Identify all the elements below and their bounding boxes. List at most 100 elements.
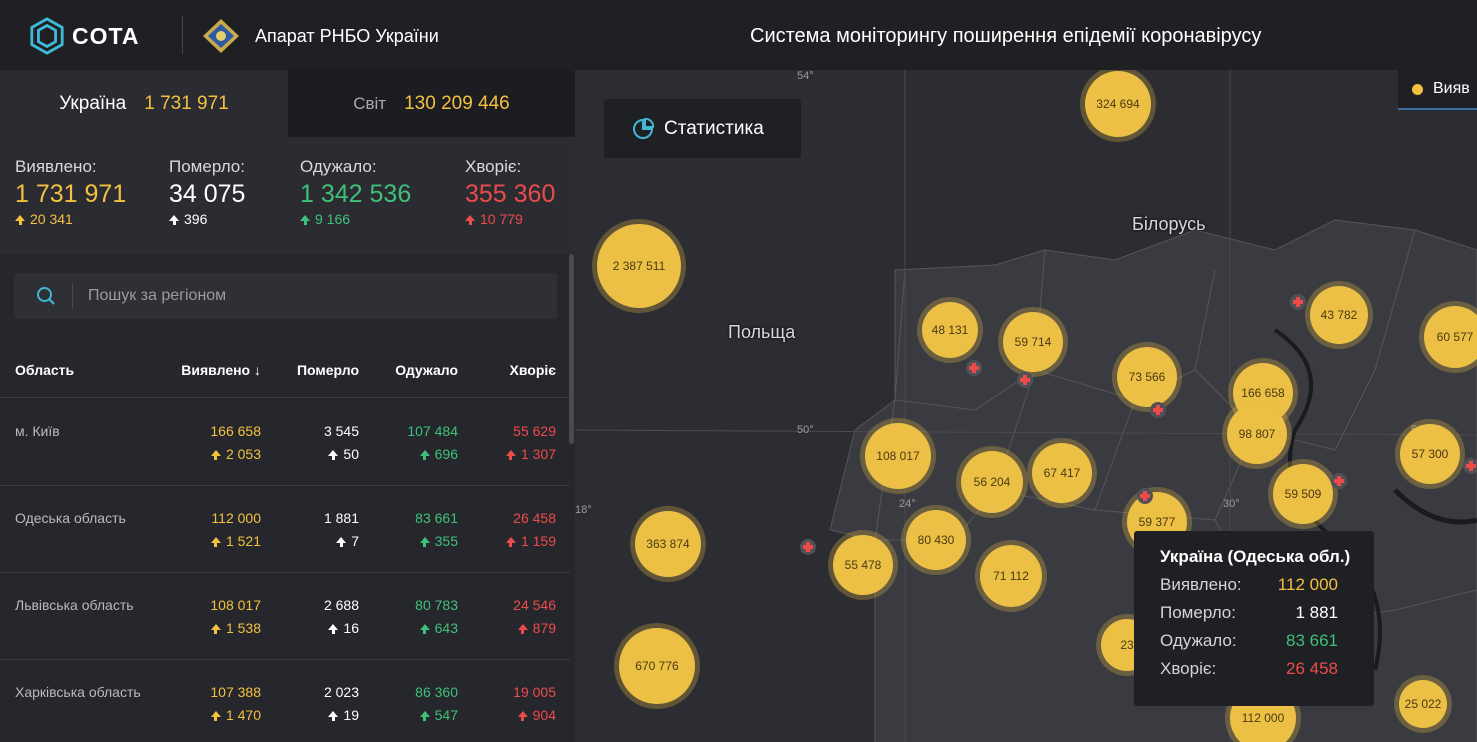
- map-bubble[interactable]: 59 714: [1003, 312, 1063, 372]
- stat-delta: 20 341: [15, 211, 126, 227]
- hospital-icon[interactable]: [1463, 458, 1477, 474]
- arrow-up-icon: [300, 215, 310, 225]
- map-bubble[interactable]: 670 776: [619, 628, 695, 704]
- map-legend[interactable]: Вияв: [1398, 70, 1477, 110]
- hospital-icon[interactable]: [1017, 372, 1033, 388]
- header-divider: [182, 16, 183, 54]
- cota-logo[interactable]: COTA: [28, 16, 158, 56]
- map-bubble[interactable]: 324 694: [1085, 71, 1151, 137]
- map-bubble[interactable]: 67 417: [1032, 443, 1092, 503]
- arrow-up-icon: [505, 537, 516, 547]
- legend-dot: [1412, 83, 1423, 95]
- cell-sick: 24 546 879: [513, 597, 556, 636]
- map-bubble[interactable]: 2 387 511: [597, 224, 681, 308]
- arrow-up-icon: [210, 537, 221, 547]
- hospital-icon[interactable]: [800, 539, 816, 555]
- map-bubble[interactable]: 80 430: [906, 510, 966, 570]
- map-bubble[interactable]: 363 874: [635, 511, 701, 577]
- arrow-up-icon: [517, 624, 528, 634]
- hospital-icon[interactable]: [1150, 402, 1166, 418]
- cell-sick-delta: 1 307: [505, 446, 556, 462]
- region-name: Одеська область: [15, 510, 126, 526]
- map-area[interactable]: 54° 50° 50° 24° 30° 18° Польща Білорусь …: [575, 70, 1477, 742]
- coord-label: 54°: [797, 70, 814, 82]
- rnbo-emblem-icon: [203, 19, 239, 53]
- hospital-icon[interactable]: [1137, 488, 1153, 504]
- map-bubble[interactable]: 71 112: [980, 545, 1042, 607]
- map-bubble[interactable]: 56 204: [961, 451, 1023, 513]
- stat-detected: Виявлено: 1 731 971 20 341: [15, 157, 126, 227]
- table-row[interactable]: Харківська область 107 388 1 470 2 023 1…: [0, 660, 570, 742]
- search-divider: [72, 283, 73, 309]
- pie-chart-icon: [633, 117, 654, 139]
- org-name: Апарат РНБО України: [255, 26, 439, 46]
- stat-recovered: Одужало: 1 342 536 9 166: [300, 157, 411, 227]
- cell-died: 1 881 7: [324, 510, 359, 549]
- tab-world-label: Світ: [353, 93, 387, 113]
- statistics-button-label: Статистика: [664, 117, 764, 139]
- col-region-header[interactable]: Область: [15, 362, 74, 378]
- table-row[interactable]: м. Київ 166 658 2 053 3 545 50 107 484 6…: [0, 399, 570, 486]
- cell-died-delta: 19: [324, 707, 359, 723]
- left-panel: Україна 1 731 971 Світ 130 209 446 Виявл…: [0, 70, 575, 742]
- region-name: Харківська область: [15, 684, 141, 700]
- table-header: Область Виявлено ↓ Померло Одужало Хворі…: [0, 340, 570, 398]
- map-bubble[interactable]: 25 022: [1399, 680, 1447, 728]
- cell-died-delta: 16: [324, 620, 359, 636]
- table-row[interactable]: Одеська область 112 000 1 521 1 881 7 83…: [0, 486, 570, 573]
- search-icon[interactable]: [36, 286, 56, 306]
- tab-ukraine-label: Україна: [59, 92, 127, 114]
- coord-label: 50°: [797, 424, 814, 436]
- cell-sick-delta: 904: [513, 707, 556, 723]
- search-input[interactable]: [88, 273, 548, 319]
- col-sick-header[interactable]: Хворіє: [510, 362, 556, 378]
- hospital-icon[interactable]: [1331, 473, 1347, 489]
- cell-sick-value: 19 005: [513, 684, 556, 700]
- map-bubble[interactable]: 98 807: [1227, 404, 1287, 464]
- map-bubble[interactable]: 48 131: [922, 302, 978, 358]
- search-box: [14, 273, 557, 319]
- tab-world[interactable]: Світ 130 209 446: [288, 70, 575, 137]
- map-bubble[interactable]: 60 577: [1424, 306, 1477, 368]
- statistics-button[interactable]: Статистика: [604, 99, 801, 158]
- cell-detected: 166 658 2 053: [210, 423, 261, 462]
- region-tooltip: Україна (Одеська обл.) Виявлено: 112 000 …: [1134, 531, 1374, 706]
- cell-sick-value: 24 546: [513, 597, 556, 613]
- arrow-up-icon: [419, 450, 430, 460]
- cell-recovered: 83 661 355: [415, 510, 458, 549]
- cell-recovered-value: 80 783: [415, 597, 458, 613]
- cell-sick: 26 458 1 159: [505, 510, 556, 549]
- cell-sick-value: 26 458: [513, 510, 556, 526]
- hospital-icon[interactable]: [966, 360, 982, 376]
- stat-label: Виявлено:: [15, 157, 97, 176]
- map-bubble[interactable]: 43 782: [1310, 286, 1368, 344]
- scrollbar[interactable]: [569, 254, 574, 444]
- tooltip-row-detected: Виявлено: 112 000: [1160, 575, 1338, 594]
- cell-detected-delta: 2 053: [210, 446, 261, 462]
- map-bubble[interactable]: 59 509: [1273, 464, 1333, 524]
- arrow-up-icon: [505, 450, 516, 460]
- map-bubble[interactable]: 108 017: [865, 423, 931, 489]
- col-recovered-header[interactable]: Одужало: [395, 362, 458, 378]
- arrow-up-icon: [210, 624, 221, 634]
- map-bubble[interactable]: 57 300: [1400, 424, 1460, 484]
- col-detected-header[interactable]: Виявлено ↓: [181, 362, 261, 378]
- cell-detected: 112 000 1 521: [210, 510, 261, 549]
- legend-label: Вияв: [1433, 80, 1470, 97]
- arrow-up-icon: [517, 711, 528, 721]
- stat-value: 1 731 971: [15, 180, 127, 208]
- cell-sick-delta: 879: [513, 620, 556, 636]
- cell-detected: 108 017 1 538: [210, 597, 261, 636]
- arrow-up-icon: [169, 215, 179, 225]
- arrow-up-icon: [419, 624, 430, 634]
- cell-sick-delta: 1 159: [505, 533, 556, 549]
- tab-ukraine[interactable]: Україна 1 731 971: [0, 70, 288, 137]
- map-bubble[interactable]: 73 566: [1117, 347, 1177, 407]
- map-bubble[interactable]: 55 478: [833, 535, 893, 595]
- region-name: м. Київ: [15, 423, 60, 439]
- table-row[interactable]: Львівська область 108 017 1 538 2 688 16…: [0, 573, 570, 660]
- hospital-icon[interactable]: [1290, 294, 1306, 310]
- cell-detected-delta: 1 538: [210, 620, 261, 636]
- cell-recovered-value: 86 360: [415, 684, 458, 700]
- col-died-header[interactable]: Померло: [297, 362, 359, 378]
